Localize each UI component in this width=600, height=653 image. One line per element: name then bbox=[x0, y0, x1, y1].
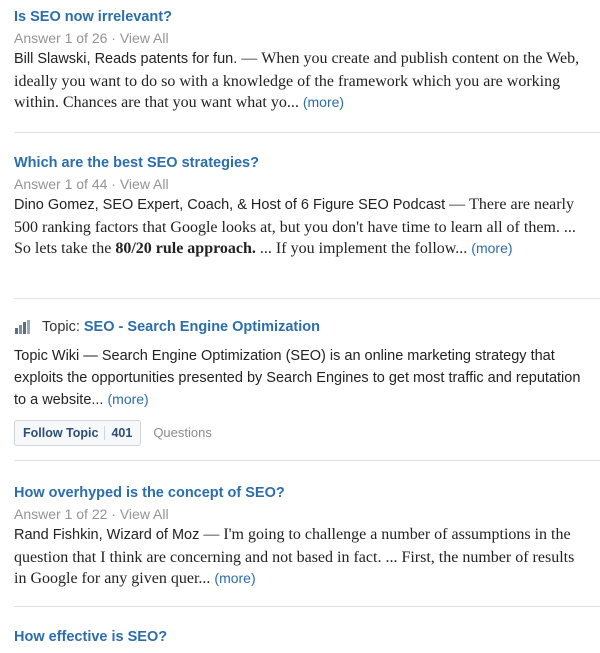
answer-excerpt: Rand Fishkin, Wizard of Moz — I'm going … bbox=[14, 524, 590, 590]
meta-dot: · bbox=[111, 176, 116, 192]
result-item: Is SEO now irrelevant? Answer 1 of 26 · … bbox=[14, 8, 590, 114]
excerpt-text-after: ... If you implement the follow... bbox=[259, 240, 468, 257]
answer-excerpt: Dino Gomez, SEO Expert, Coach, & Host of… bbox=[14, 194, 590, 260]
result-item: Which are the best SEO strategies? Answe… bbox=[14, 154, 590, 260]
answer-meta: Answer 1 of 22 · View All bbox=[14, 505, 590, 523]
follow-topic-button[interactable]: Follow Topic 401 bbox=[14, 419, 142, 446]
answer-count: Answer 1 of 26 bbox=[14, 30, 108, 46]
answer-count: Answer 1 of 44 bbox=[14, 176, 108, 192]
question-title[interactable]: How overhyped is the concept of SEO? bbox=[14, 484, 590, 502]
follow-topic-label: Follow Topic bbox=[23, 425, 99, 440]
divider bbox=[14, 132, 600, 133]
em-dash: — bbox=[449, 196, 466, 213]
search-results-feed: Is SEO now irrelevant? Answer 1 of 26 · … bbox=[0, 0, 600, 653]
follow-separator bbox=[104, 425, 106, 440]
view-all-link[interactable]: View All bbox=[120, 30, 169, 46]
topic-prefix: Topic: bbox=[42, 319, 80, 335]
question-title[interactable]: Which are the best SEO strategies? bbox=[14, 154, 590, 172]
follow-count: 401 bbox=[111, 425, 133, 440]
divider bbox=[14, 606, 600, 607]
result-item: How overhyped is the concept of SEO? Ans… bbox=[14, 484, 590, 590]
topic-name-link[interactable]: SEO - Search Engine Optimization bbox=[84, 318, 320, 336]
topic-item: Topic: SEO - Search Engine Optimization … bbox=[14, 318, 590, 446]
topic-excerpt-text: Search Engine Optimization (SEO) is an o… bbox=[14, 348, 581, 408]
answer-author[interactable]: Dino Gomez, SEO Expert, Coach, & Host of… bbox=[14, 197, 445, 213]
em-dash: — bbox=[203, 526, 220, 543]
more-link[interactable]: (more) bbox=[108, 391, 149, 407]
more-link[interactable]: (more) bbox=[471, 240, 512, 256]
topic-wiki-label: Topic Wiki bbox=[14, 348, 80, 364]
divider bbox=[14, 298, 600, 299]
result-item: How effective is SEO? bbox=[14, 628, 590, 646]
divider bbox=[14, 460, 600, 461]
meta-dot: · bbox=[111, 506, 116, 522]
meta-dot: · bbox=[111, 30, 116, 46]
em-dash: — bbox=[241, 50, 258, 67]
questions-link[interactable]: Questions bbox=[153, 425, 212, 440]
answer-author[interactable]: Rand Fishkin, Wizard of Moz bbox=[14, 527, 199, 543]
topic-wiki-excerpt: Topic Wiki — Search Engine Optimization … bbox=[14, 346, 590, 412]
em-dash: — bbox=[83, 348, 98, 364]
topic-header: Topic: SEO - Search Engine Optimization bbox=[14, 318, 590, 336]
answer-meta: Answer 1 of 44 · View All bbox=[14, 175, 590, 193]
answer-count: Answer 1 of 22 bbox=[14, 506, 108, 522]
excerpt-bold-text: 80/20 rule approach. bbox=[115, 240, 256, 257]
view-all-link[interactable]: View All bbox=[120, 506, 169, 522]
more-link[interactable]: (more) bbox=[214, 570, 255, 586]
question-title[interactable]: How effective is SEO? bbox=[14, 628, 590, 646]
topic-actions: Follow Topic 401 Questions bbox=[14, 419, 590, 446]
view-all-link[interactable]: View All bbox=[120, 176, 169, 192]
answer-excerpt: Bill Slawski, Reads patents for fun. — W… bbox=[14, 48, 590, 114]
question-title[interactable]: Is SEO now irrelevant? bbox=[14, 8, 590, 26]
topic-chart-icon bbox=[14, 320, 32, 334]
answer-meta: Answer 1 of 26 · View All bbox=[14, 29, 590, 47]
answer-author[interactable]: Bill Slawski, Reads patents for fun. bbox=[14, 51, 237, 67]
more-link[interactable]: (more) bbox=[303, 94, 344, 110]
